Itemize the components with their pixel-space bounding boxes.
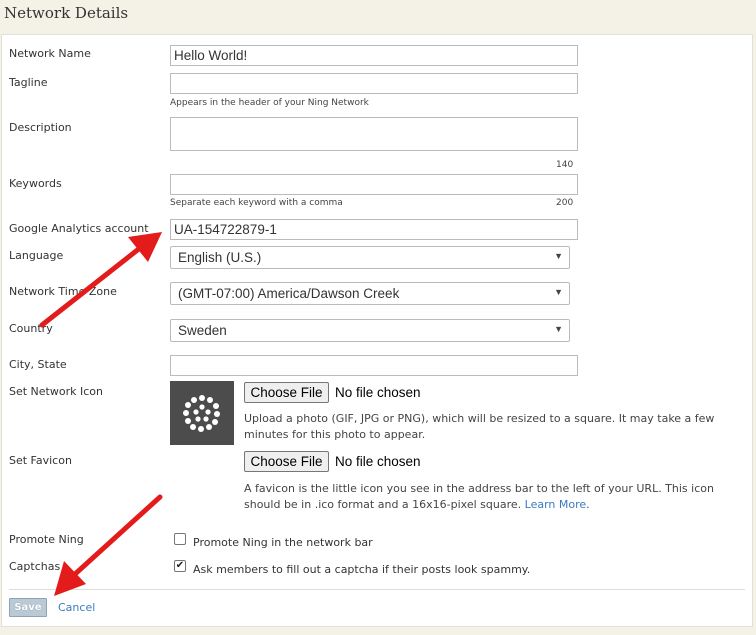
city-state-label: City, State bbox=[9, 358, 67, 371]
timezone-selected-value: (GMT-07:00) America/Dawson Creek bbox=[178, 286, 400, 301]
country-label: Country bbox=[9, 322, 53, 335]
network-name-label: Network Name bbox=[9, 47, 91, 60]
favicon-description: A favicon is the little icon you see in … bbox=[244, 481, 734, 513]
language-label: Language bbox=[9, 249, 64, 262]
network-icon-label: Set Network Icon bbox=[9, 385, 103, 398]
network-icon-choose-file-button[interactable]: Choose File bbox=[244, 382, 329, 403]
form-divider bbox=[9, 589, 745, 590]
country-select[interactable]: Sweden ▼ bbox=[170, 319, 570, 342]
checkmark-icon: ✔ bbox=[175, 560, 185, 571]
captchas-label: Captchas bbox=[9, 560, 61, 573]
network-icon-preview bbox=[170, 381, 234, 445]
cancel-link[interactable]: Cancel bbox=[58, 601, 95, 614]
timezone-select[interactable]: (GMT-07:00) America/Dawson Creek ▼ bbox=[170, 282, 570, 305]
favicon-label: Set Favicon bbox=[9, 454, 72, 467]
description-label: Description bbox=[9, 121, 72, 134]
favicon-description-text: A favicon is the little icon you see in … bbox=[244, 482, 714, 511]
language-select[interactable]: English (U.S.) ▼ bbox=[170, 246, 570, 269]
favicon-file-status: No file chosen bbox=[335, 454, 421, 469]
description-char-counter: 140 bbox=[556, 160, 574, 170]
language-selected-value: English (U.S.) bbox=[178, 250, 262, 265]
save-button[interactable]: Save bbox=[9, 598, 47, 617]
country-selected-value: Sweden bbox=[178, 323, 227, 338]
chevron-down-icon: ▼ bbox=[554, 251, 563, 261]
description-textarea[interactable] bbox=[170, 117, 578, 151]
network-name-input[interactable] bbox=[170, 45, 578, 66]
tagline-label: Tagline bbox=[9, 76, 48, 89]
page-title: Network Details bbox=[4, 4, 129, 22]
chevron-down-icon: ▼ bbox=[554, 324, 563, 334]
network-icon-file-status: No file chosen bbox=[335, 385, 421, 400]
network-icon-description: Upload a photo (GIF, JPG or PNG), which … bbox=[244, 412, 715, 441]
dotted-circle-icon bbox=[183, 395, 220, 432]
learn-more-link[interactable]: Learn More bbox=[525, 498, 587, 511]
tagline-hint: Appears in the header of your Ning Netwo… bbox=[170, 98, 369, 108]
promote-ning-label: Promote Ning bbox=[9, 533, 84, 546]
keywords-label: Keywords bbox=[9, 177, 62, 190]
analytics-label: Google Analytics account bbox=[9, 222, 149, 235]
captchas-checkbox-label: Ask members to fill out a captcha if the… bbox=[193, 563, 531, 576]
promote-ning-checkbox-label: Promote Ning in the network bar bbox=[193, 536, 373, 549]
keywords-char-counter: 200 bbox=[556, 198, 574, 208]
timezone-label: Network Time Zone bbox=[9, 285, 117, 298]
keywords-input[interactable] bbox=[170, 174, 578, 195]
chevron-down-icon: ▼ bbox=[554, 287, 563, 297]
analytics-input[interactable] bbox=[170, 219, 578, 240]
favicon-description-period: . bbox=[586, 498, 590, 511]
city-state-input[interactable] bbox=[170, 355, 578, 376]
promote-ning-checkbox[interactable] bbox=[174, 533, 186, 545]
keywords-hint: Separate each keyword with a comma bbox=[170, 198, 343, 208]
tagline-input[interactable] bbox=[170, 73, 578, 94]
captchas-checkbox[interactable]: ✔ bbox=[174, 560, 186, 572]
favicon-choose-file-button[interactable]: Choose File bbox=[244, 451, 329, 472]
